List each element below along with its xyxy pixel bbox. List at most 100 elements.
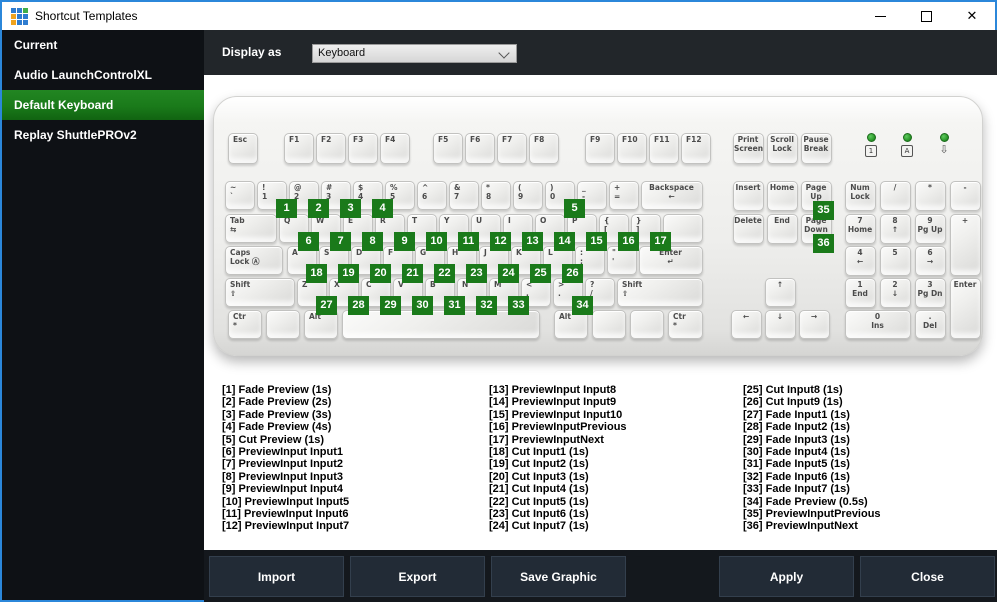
key-label: Backspace ← [649, 183, 694, 201]
shortcut-badge-16: 16 [618, 232, 639, 251]
close-button[interactable]: ✕ [949, 2, 995, 30]
key-label: * [928, 183, 932, 192]
legend-item: [29] Fade Input3 (1s) [743, 433, 850, 446]
key-shift: Shift ⇧ [617, 278, 703, 307]
key-label: F6 [470, 135, 481, 144]
key-label: F5 [438, 135, 449, 144]
key-label: 5 [892, 248, 898, 257]
key-shift: Shift ⇧ [225, 278, 295, 307]
key-1: ! 11 [257, 181, 297, 218]
key-label: I [508, 216, 511, 225]
key-label: 0 Ins [871, 312, 884, 330]
key-3-pg-dn: 3 Pg Dn [915, 278, 946, 308]
key-blank: / [880, 181, 911, 211]
key-label: ( 9 [518, 183, 524, 201]
legend-item: [21] Cut Input4 (1s) [489, 483, 589, 496]
shortcut-badge-29: 29 [380, 296, 401, 315]
legend-item: [2] Fade Preview (2s) [222, 396, 332, 409]
key-blank [630, 310, 664, 339]
chevron-down-icon [498, 47, 510, 59]
key-2: 2 ↓ [880, 278, 911, 308]
minimize-button[interactable] [857, 2, 903, 30]
key-label [593, 311, 625, 313]
logo-cell [23, 8, 28, 13]
key-label: 9 Pg Up [917, 216, 943, 234]
shortcut-badge-3: 3 [340, 199, 361, 218]
key-tab: Tab ⇆ [225, 214, 277, 243]
template-sidebar: Current Audio LaunchControlXL Default Keyb… [2, 30, 204, 600]
legend-column-2: [13] PreviewInput Input8 [14] PreviewInpu… [489, 384, 627, 533]
key-8: 8 ↑ [880, 214, 911, 244]
legend-item: [26] Cut Input9 (1s) [743, 396, 843, 409]
sidebar-item-current[interactable]: Current [2, 30, 204, 60]
key-label: F9 [590, 135, 601, 144]
key-label: 2 ↓ [891, 280, 899, 298]
key-blank: * [915, 181, 946, 211]
led-symbol-icon: 1 [865, 145, 877, 157]
key-f10: F10 [617, 133, 647, 164]
save-graphic-button[interactable]: Save Graphic [491, 556, 626, 597]
key-label: F2 [321, 135, 332, 144]
legend-column-3: [25] Cut Input8 (1s) [26] Cut Input9 (1s)… [743, 384, 881, 533]
key-8: * 8 [481, 181, 511, 210]
key-label: Delete [734, 216, 762, 225]
key-blank [592, 310, 626, 339]
key-f12: F12 [681, 133, 711, 164]
shortcut-badge-19: 19 [338, 264, 359, 283]
maximize-button[interactable] [903, 2, 949, 30]
key-label: F4 [385, 135, 396, 144]
legend-item: [18] Cut Input1 (1s) [489, 446, 589, 459]
key-f9: F9 [585, 133, 615, 164]
legend-item: [5] Cut Preview (1s) [222, 433, 325, 446]
logo-cell [17, 8, 22, 13]
key-scroll-lock: Scroll Lock [767, 133, 798, 164]
footer-bar: Import Export Save Graphic Apply Close [204, 550, 997, 602]
key-label: F7 [502, 135, 513, 144]
apply-button[interactable]: Apply [719, 556, 854, 597]
key-label: 3 Pg Dn [917, 280, 943, 298]
key-blank: + [950, 214, 981, 276]
legend-item: [36] PreviewInputNext [743, 520, 858, 533]
export-button[interactable]: Export [350, 556, 485, 597]
key-ctr: Ctr * [228, 310, 262, 339]
shortcut-badge-14: 14 [554, 232, 575, 251]
led-light-icon [902, 133, 912, 142]
sidebar-item-default-keyboard[interactable]: Default Keyboard [2, 90, 204, 120]
shortcut-badge-5: 5 [564, 199, 585, 218]
key-page-up: Page Up 35 [801, 181, 834, 220]
key-f1: F1 [284, 133, 314, 164]
import-button[interactable]: Import [209, 556, 344, 597]
close-button[interactable]: Close [860, 556, 995, 597]
shortcut-badge-34: 34 [572, 296, 593, 315]
key-label: Insert [735, 183, 761, 192]
display-as-dropdown[interactable]: Keyboard [312, 44, 517, 63]
key-label: F3 [353, 135, 364, 144]
key-label: F10 [622, 135, 638, 144]
key-label: / [893, 183, 897, 192]
key-label: Home [769, 183, 795, 192]
key-label: & 7 [454, 183, 461, 201]
logo-cell [17, 20, 22, 25]
legend-item: [9] PreviewInput Input4 [222, 483, 344, 496]
key-label: + [961, 216, 969, 225]
legend-item: [33] Fade Input7 (1s) [743, 483, 850, 496]
key-backspace: Backspace ← [641, 181, 703, 210]
led-symbol-icon: ⇩ [939, 143, 949, 156]
key-5: 5 [880, 246, 911, 276]
legend-item: [3] Fade Preview (3s) [222, 408, 332, 421]
led-light-icon [939, 133, 949, 142]
legend-item: [23] Cut Input6 (1s) [489, 508, 589, 521]
shortcut-badge-11: 11 [458, 232, 479, 251]
legend-item: [24] Cut Input7 (1s) [489, 520, 589, 533]
sidebar-item-replay-shuttleprov2[interactable]: Replay ShuttlePROv2 [2, 120, 204, 150]
shortcut-badge-21: 21 [402, 264, 423, 283]
key-blank: ~ ` [225, 181, 255, 210]
shortcut-badge-22: 22 [434, 264, 455, 283]
key-label: Ctr * [233, 312, 246, 330]
sidebar-item-audio-launchcontrolxl[interactable]: Audio LaunchControlXL [2, 60, 204, 90]
logo-cell [23, 14, 28, 19]
key-label: U [476, 216, 483, 225]
shortcut-badge-9: 9 [394, 232, 415, 251]
key-label: * 8 [486, 183, 492, 201]
key-label: End [774, 216, 790, 225]
